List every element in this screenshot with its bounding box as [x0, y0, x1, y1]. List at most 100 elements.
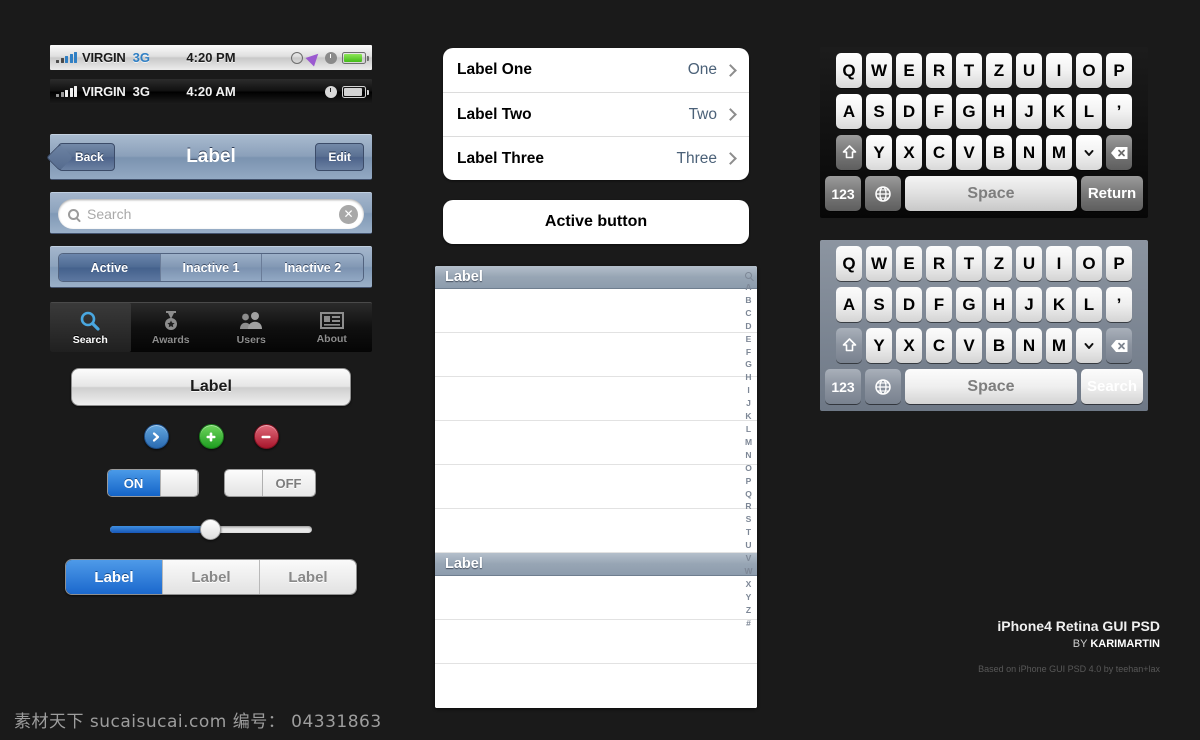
index-letter[interactable]: O [745, 462, 752, 475]
segment-1[interactable]: Label [66, 560, 162, 594]
switch-knob[interactable] [224, 470, 263, 496]
tab-search[interactable]: Search [50, 303, 131, 352]
table-row[interactable] [435, 664, 757, 708]
key-u[interactable]: U [1016, 53, 1042, 88]
key-h[interactable]: H [986, 287, 1012, 322]
globe-key[interactable] [865, 369, 901, 404]
index-letter[interactable]: L [746, 423, 751, 436]
key-z[interactable]: Z [986, 246, 1012, 281]
search-key[interactable]: Search [1081, 369, 1143, 404]
table-row[interactable] [435, 377, 757, 421]
index-letter[interactable]: D [745, 320, 751, 333]
numbers-key[interactable]: 123 [825, 369, 861, 404]
slider-knob[interactable] [200, 519, 221, 540]
backspace-key[interactable] [1106, 135, 1132, 170]
key-s[interactable]: S [866, 287, 892, 322]
globe-key[interactable] [865, 176, 901, 211]
index-letter[interactable]: R [745, 500, 751, 513]
switch-knob[interactable] [159, 470, 198, 496]
index-letter[interactable]: F [746, 346, 751, 359]
tab-users[interactable]: Users [211, 303, 292, 352]
tab-about[interactable]: About [292, 303, 373, 352]
index-letter[interactable]: N [745, 449, 751, 462]
key-i[interactable]: I [1046, 53, 1072, 88]
key-e[interactable]: E [896, 246, 922, 281]
index-letter[interactable]: Q [745, 488, 752, 501]
key-l[interactable]: L [1076, 94, 1102, 129]
key-i[interactable]: I [1046, 246, 1072, 281]
key-y[interactable]: Y [866, 135, 892, 170]
key-l[interactable]: L [1076, 287, 1102, 322]
disclosure-button[interactable] [143, 424, 169, 449]
return-key[interactable]: Return [1081, 176, 1143, 211]
delete-button[interactable] [253, 424, 279, 449]
key-p[interactable]: P [1106, 246, 1132, 281]
key-n[interactable]: N [1016, 328, 1042, 363]
index-letter[interactable]: A [745, 281, 751, 294]
gray-button[interactable]: Label [71, 368, 351, 406]
key-m[interactable]: M [1046, 135, 1072, 170]
segment-2[interactable]: Label [162, 560, 259, 594]
index-letter[interactable]: B [745, 294, 751, 307]
key-f[interactable]: F [926, 287, 952, 322]
key-j[interactable]: J [1016, 94, 1042, 129]
key-c[interactable]: C [926, 135, 952, 170]
segment-inactive-1[interactable]: Inactive 1 [159, 254, 262, 281]
index-letter[interactable]: I [747, 384, 749, 397]
tab-awards[interactable]: Awards [131, 303, 212, 352]
key-apostrophe[interactable]: ’ [1106, 94, 1132, 129]
index-bar[interactable]: A B C D E F G H I J K L M N O P Q R S T [740, 266, 757, 708]
active-button[interactable]: Active button [443, 200, 749, 244]
numbers-key[interactable]: 123 [825, 176, 861, 211]
key-v[interactable]: V [956, 328, 982, 363]
table-row[interactable]: Label Three Three [443, 136, 749, 180]
chevron-down-key[interactable] [1076, 135, 1102, 170]
segmented-control-bottom[interactable]: Label Label Label [65, 559, 357, 595]
key-w[interactable]: W [866, 246, 892, 281]
key-g[interactable]: G [956, 287, 982, 322]
segment-active[interactable]: Active [59, 254, 160, 281]
switch-on[interactable]: ON [106, 469, 199, 497]
key-r[interactable]: R [926, 53, 952, 88]
key-k[interactable]: K [1046, 94, 1072, 129]
index-letter[interactable]: # [746, 617, 751, 630]
index-letter[interactable]: U [745, 539, 751, 552]
clear-icon[interactable]: ✕ [339, 204, 358, 224]
key-j[interactable]: J [1016, 287, 1042, 322]
index-letter[interactable]: V [746, 552, 752, 565]
key-q[interactable]: Q [836, 246, 862, 281]
table-row[interactable] [435, 576, 757, 620]
chevron-down-key[interactable] [1076, 328, 1102, 363]
key-o[interactable]: O [1076, 246, 1102, 281]
index-letter[interactable]: S [746, 513, 752, 526]
key-e[interactable]: E [896, 53, 922, 88]
shift-key[interactable] [836, 328, 862, 363]
key-n[interactable]: N [1016, 135, 1042, 170]
key-a[interactable]: A [836, 287, 862, 322]
backspace-key[interactable] [1106, 328, 1132, 363]
segment-inactive-2[interactable]: Inactive 2 [261, 254, 363, 281]
index-letter[interactable]: W [744, 565, 752, 578]
search-input[interactable]: Search [87, 206, 339, 222]
slider[interactable] [50, 519, 372, 540]
key-y[interactable]: Y [866, 328, 892, 363]
key-x[interactable]: X [896, 328, 922, 363]
space-key[interactable]: Space [905, 176, 1077, 211]
table-row[interactable] [435, 620, 757, 664]
index-letter[interactable]: E [746, 333, 752, 346]
key-d[interactable]: D [896, 94, 922, 129]
index-letter[interactable]: G [745, 358, 752, 371]
key-b[interactable]: B [986, 135, 1012, 170]
segment-3[interactable]: Label [259, 560, 356, 594]
key-q[interactable]: Q [836, 53, 862, 88]
table-row[interactable]: Label Two Two [443, 92, 749, 136]
key-m[interactable]: M [1046, 328, 1072, 363]
index-letter[interactable]: Z [746, 604, 751, 617]
add-button[interactable] [198, 424, 224, 449]
index-letter[interactable]: K [745, 410, 751, 423]
back-button[interactable]: Back [58, 143, 115, 171]
table-row[interactable]: Label One One [443, 48, 749, 92]
key-h[interactable]: H [986, 94, 1012, 129]
table-row[interactable] [435, 421, 757, 465]
key-z[interactable]: Z [986, 53, 1012, 88]
